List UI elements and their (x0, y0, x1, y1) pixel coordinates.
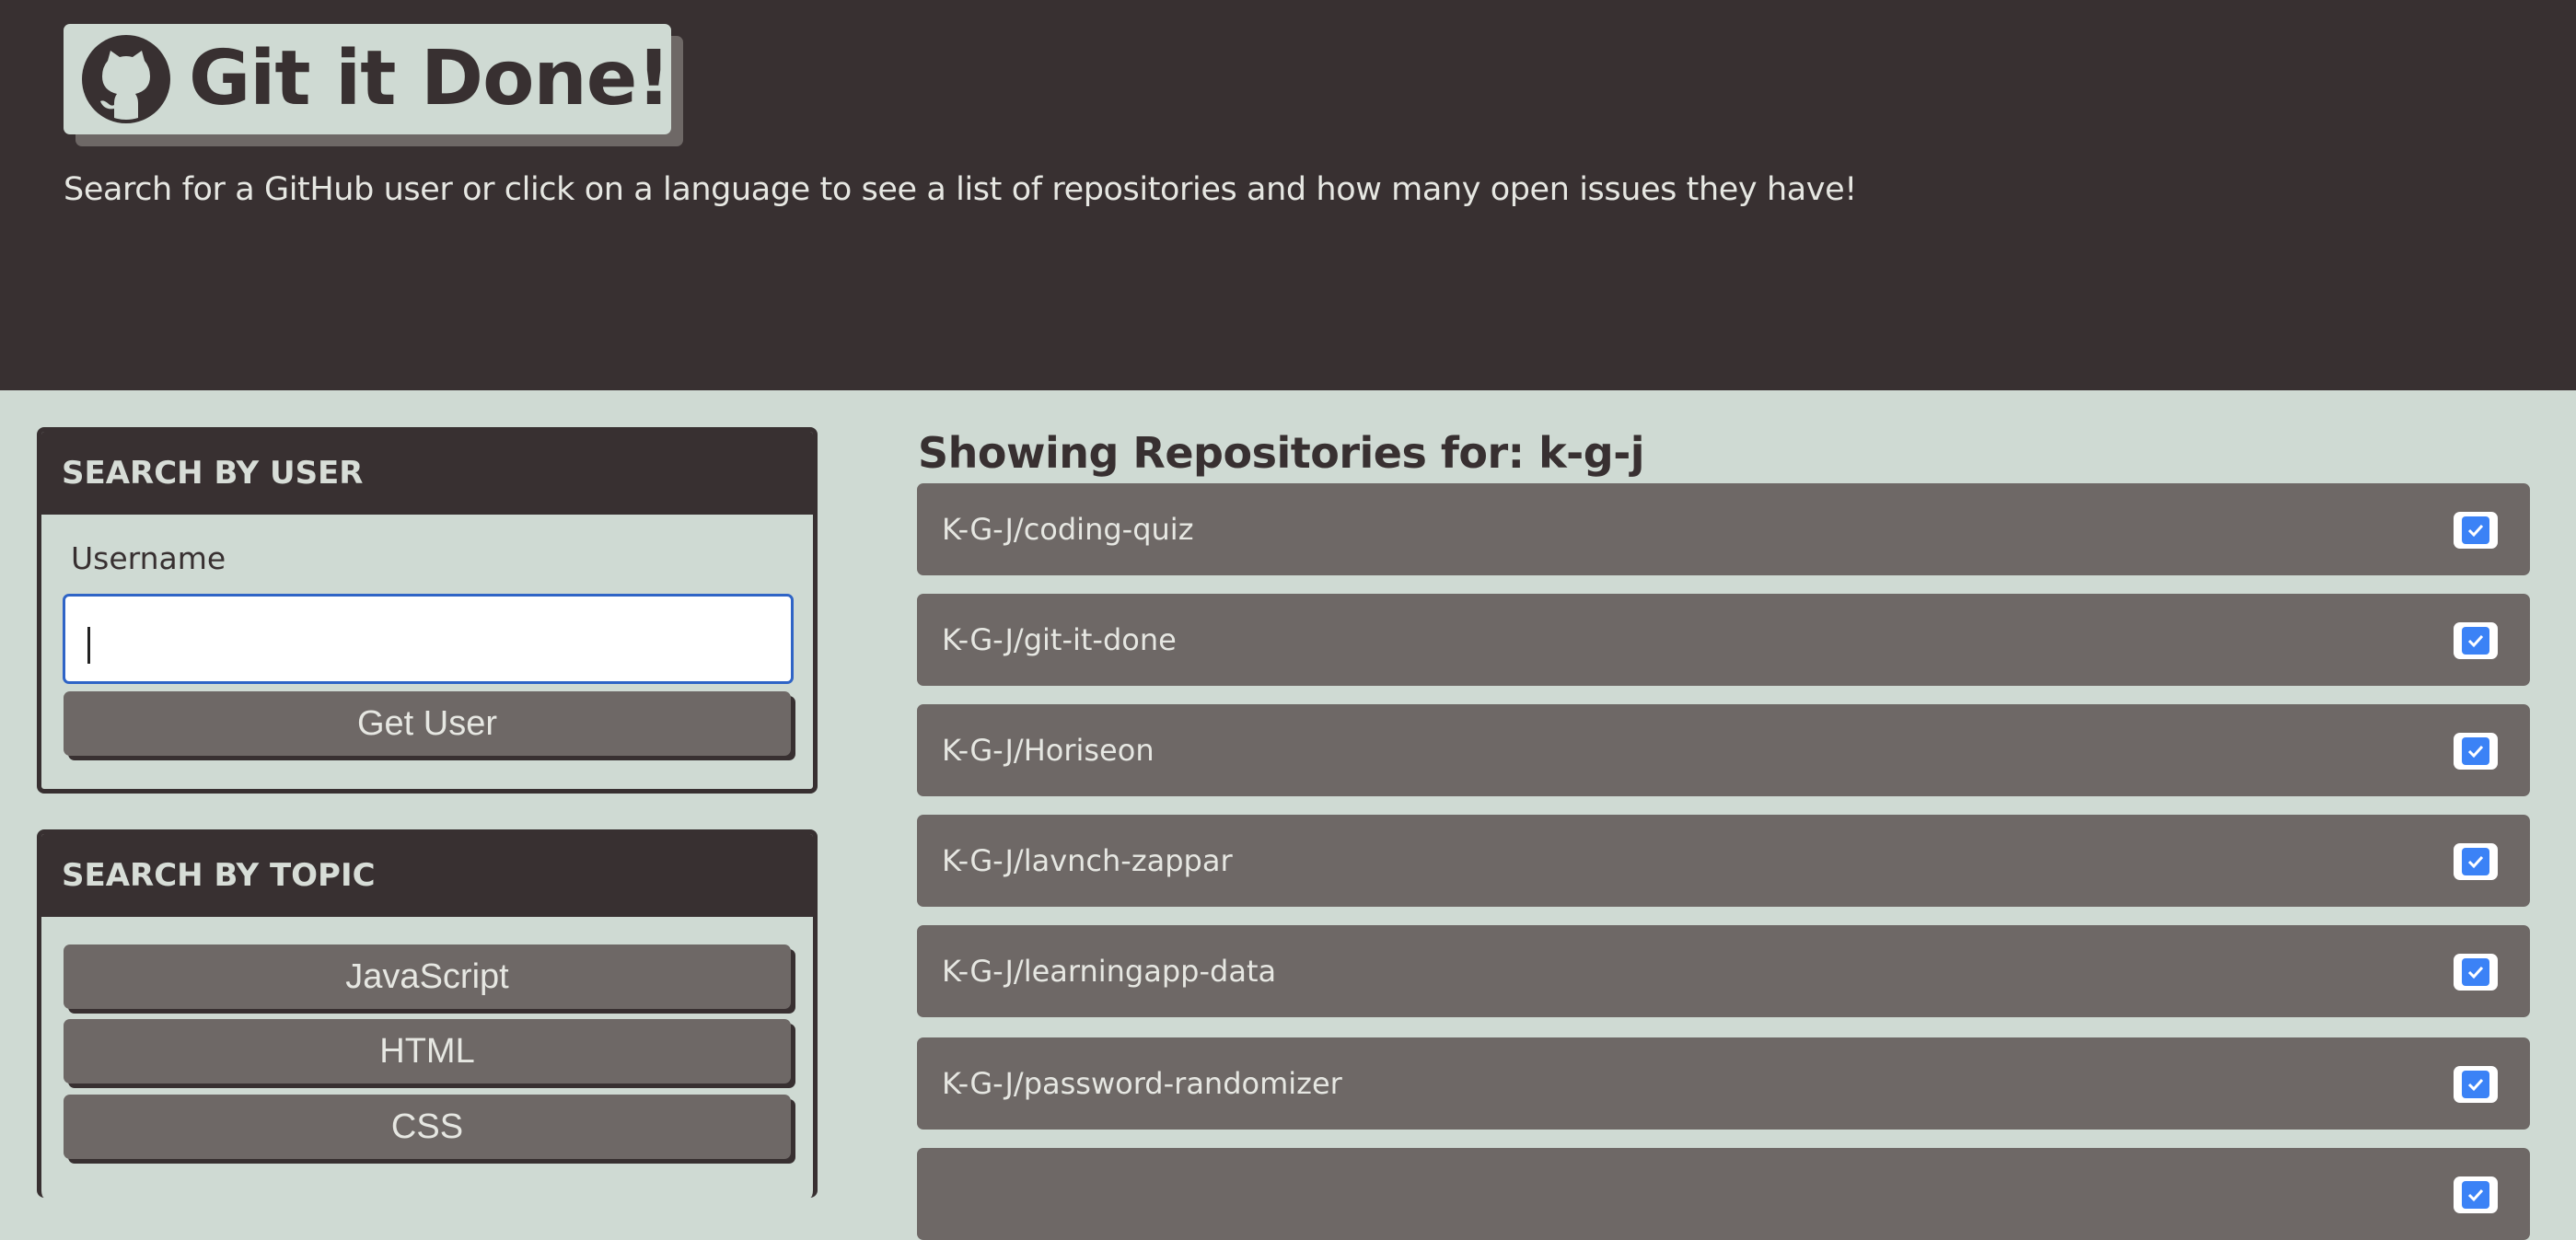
status-badge (2454, 1066, 2498, 1103)
status-badge (2454, 733, 2498, 770)
repos-title: Showing Repositories for: k-g-j (918, 428, 1645, 478)
repo-item[interactable]: K-G-J/lavnch-zappar (917, 815, 2530, 907)
text-caret (87, 627, 90, 664)
app-subtitle: Search for a GitHub user or click on a l… (64, 171, 1857, 208)
language-button-javascript[interactable]: JavaScript (64, 944, 791, 1009)
check-square-icon (2462, 737, 2489, 765)
hero-header: Git it Done! Search for a GitHub user or… (0, 0, 2576, 390)
app-title: Git it Done! (189, 35, 671, 122)
language-button-html[interactable]: HTML (64, 1019, 791, 1084)
repo-name: K-G-J/lavnch-zappar (942, 843, 1233, 878)
status-badge (2454, 1176, 2498, 1213)
search-by-topic-card: SEARCH BY TOPIC JavaScript HTML CSS (37, 829, 818, 1198)
check-square-icon (2462, 1181, 2489, 1209)
check-square-icon (2462, 958, 2489, 986)
repo-name: K-G-J/password-randomizer (942, 1066, 1342, 1101)
check-square-icon (2462, 627, 2489, 655)
repo-item[interactable] (917, 1148, 2530, 1240)
logo: Git it Done! (64, 24, 671, 134)
repo-name: K-G-J/learningapp-data (942, 954, 1277, 989)
username-input[interactable] (63, 594, 794, 684)
status-badge (2454, 622, 2498, 659)
repo-item[interactable]: K-G-J/git-it-done (917, 594, 2530, 686)
check-square-icon (2462, 1071, 2489, 1098)
username-label: Username (71, 540, 226, 576)
status-badge (2454, 512, 2498, 549)
status-badge (2454, 954, 2498, 991)
repo-item[interactable]: K-G-J/coding-quiz (917, 483, 2530, 575)
repo-name: K-G-J/git-it-done (942, 622, 1177, 657)
repo-name: K-G-J/Horiseon (942, 733, 1155, 768)
repo-item[interactable]: K-G-J/Horiseon (917, 704, 2530, 796)
search-by-user-heading: SEARCH BY USER (41, 432, 813, 515)
repo-name: K-G-J/coding-quiz (942, 512, 1194, 547)
search-by-user-card: SEARCH BY USER Username Get User (37, 427, 818, 794)
language-button-css[interactable]: CSS (64, 1095, 791, 1159)
repo-item[interactable]: K-G-J/learningapp-data (917, 925, 2530, 1017)
status-badge (2454, 843, 2498, 880)
github-icon (82, 35, 170, 123)
check-square-icon (2462, 516, 2489, 544)
check-square-icon (2462, 848, 2489, 875)
repo-item[interactable]: K-G-J/password-randomizer (917, 1037, 2530, 1130)
get-user-button[interactable]: Get User (64, 691, 791, 756)
search-by-topic-heading: SEARCH BY TOPIC (41, 834, 813, 917)
